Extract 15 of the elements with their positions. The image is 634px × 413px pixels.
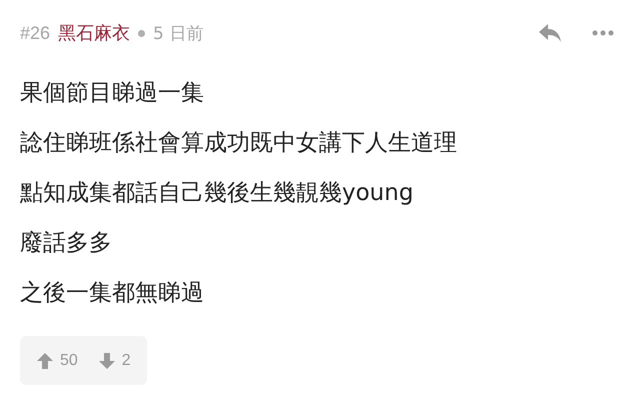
post-time: 5 日前 <box>153 22 204 44</box>
more-button[interactable] <box>592 30 614 36</box>
down-arrow-icon <box>98 352 116 370</box>
downvote-button[interactable]: 2 <box>98 352 131 370</box>
upvote-button[interactable]: 50 <box>36 352 78 370</box>
comment-line: 廢話多多 <box>20 229 113 258</box>
comment-line: 諗住睇班係社會算成功既中女講下人生道理 <box>20 129 458 158</box>
comment-line: 點知成集都話自己幾後生幾靚幾young <box>20 179 414 208</box>
reply-button[interactable] <box>538 23 562 43</box>
comment-line: 之後一集都無睇過 <box>20 279 205 308</box>
post-number: #26 <box>20 22 50 44</box>
up-arrow-icon <box>36 352 54 370</box>
author-name[interactable]: 黑石麻衣 <box>58 21 130 45</box>
separator-dot <box>138 30 146 36</box>
comment-line: 果個節目睇過一集 <box>20 79 205 108</box>
